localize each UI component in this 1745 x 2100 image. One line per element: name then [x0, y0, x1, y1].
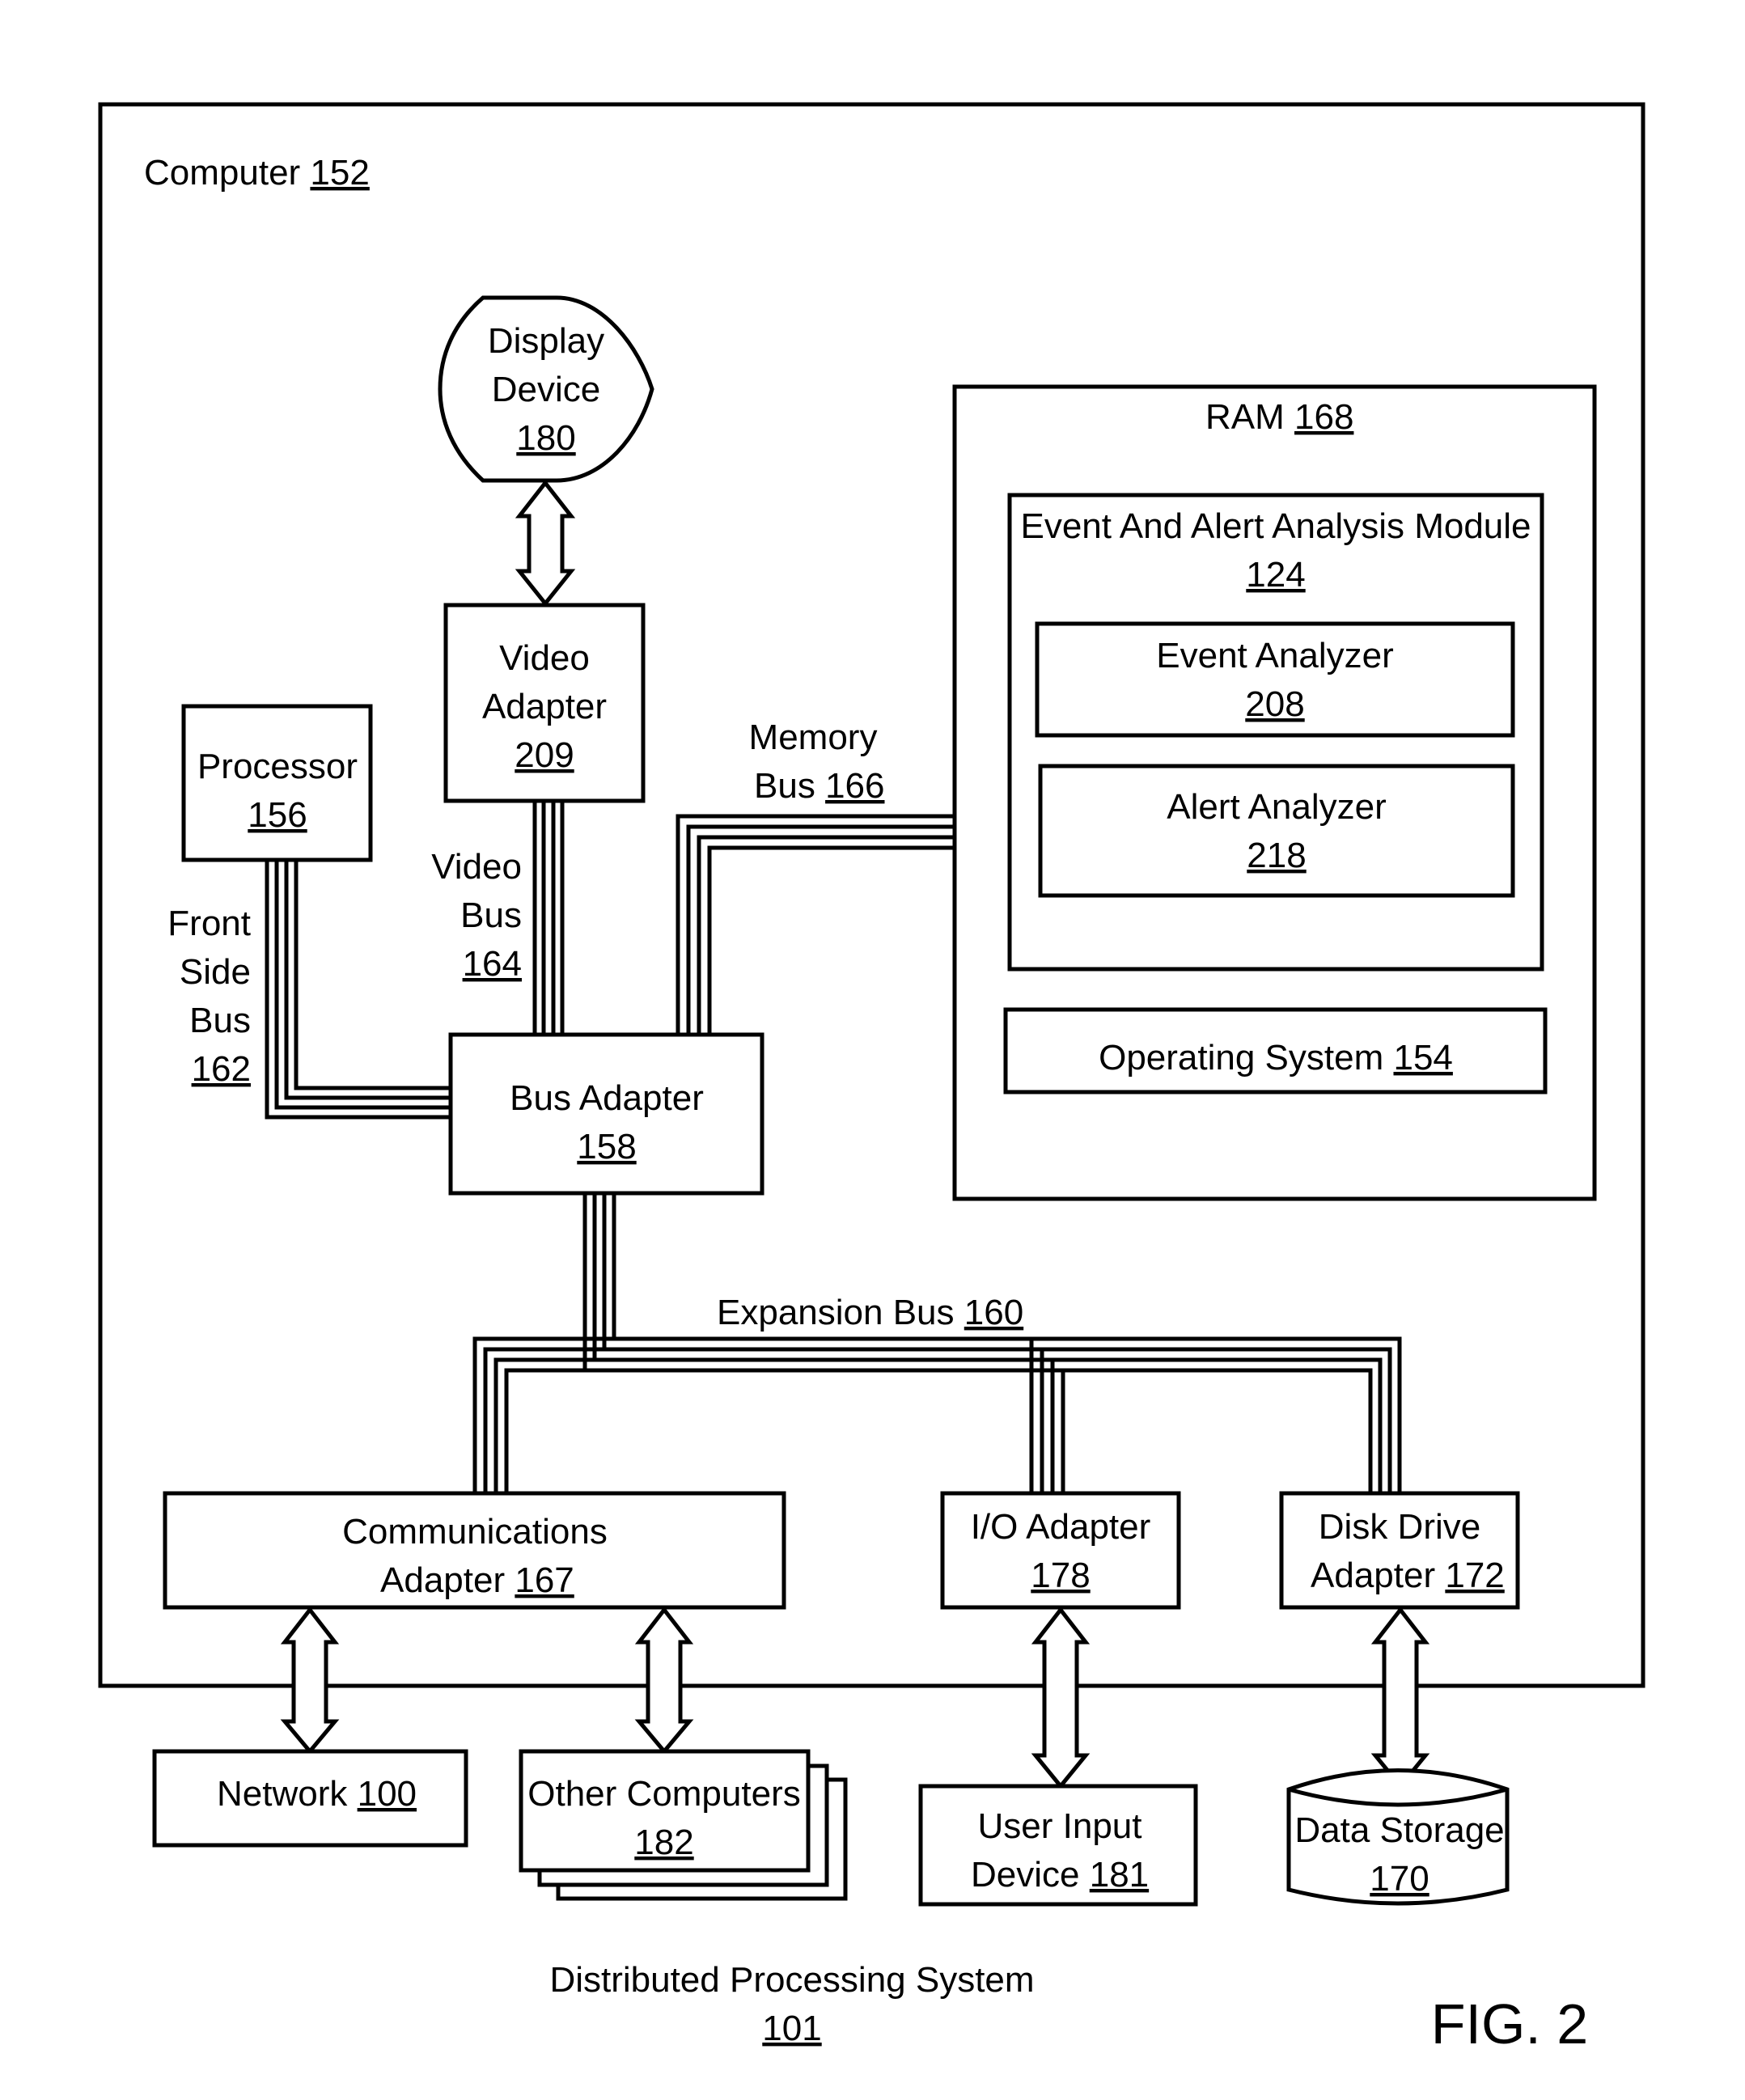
video-adapter-line1: Video	[499, 638, 590, 678]
memory-bus-line1: Memory	[749, 718, 878, 757]
memory-bus-lines	[676, 814, 955, 1035]
alert-analyzer-ref: 218	[1247, 836, 1306, 875]
disk-data-storage-arrow-icon	[1370, 1606, 1430, 1789]
video-adapter-line2: Adapter	[482, 687, 607, 726]
processor-ref: 156	[248, 795, 307, 835]
memory-bus-line2: Bus 166	[754, 766, 884, 806]
video-bus-ref: 164	[463, 944, 522, 984]
data-storage-label: Data Storage	[1294, 1810, 1504, 1850]
io-adapter-ref: 178	[1031, 1556, 1090, 1595]
display-device-line1: Display	[488, 321, 604, 361]
other-computers-ref: 182	[634, 1823, 693, 1862]
communications-adapter-line2: Adapter 167	[380, 1560, 574, 1600]
event-alert-module-ref: 124	[1246, 555, 1305, 595]
display-device-line2: Device	[492, 370, 601, 409]
front-side-bus-line3: Bus	[189, 1001, 251, 1040]
front-side-bus-ref: 162	[192, 1049, 251, 1089]
alert-analyzer-box	[1038, 764, 1515, 898]
user-input-device-line2: Device 181	[971, 1855, 1149, 1895]
disk-drive-adapter-line1: Disk Drive	[1319, 1507, 1480, 1547]
comm-other-computers-arrow-icon	[634, 1606, 694, 1755]
expansion-bus-lines	[472, 1193, 1402, 1493]
diagram-canvas: Computer 152 Display Device 180 Video Ad…	[98, 102, 1645, 2056]
alert-analyzer-label: Alert Analyzer	[1167, 787, 1386, 827]
event-alert-module-label: Event And Alert Analysis Module	[1020, 506, 1531, 546]
disk-drive-adapter-line2: Adapter 172	[1311, 1556, 1505, 1595]
video-bus-lines	[532, 801, 565, 1035]
front-side-bus-line2: Side	[180, 952, 251, 992]
system-ref: 101	[762, 2009, 821, 2048]
front-side-bus-lines	[265, 860, 451, 1120]
expansion-bus-label: Expansion Bus 160	[717, 1293, 1023, 1332]
system-title: Distributed Processing System	[549, 1960, 1034, 2000]
io-adapter-label: I/O Adapter	[971, 1507, 1151, 1547]
network-label: Network 100	[217, 1774, 417, 1814]
video-adapter-ref: 209	[515, 735, 574, 775]
video-bus-line2: Bus	[460, 895, 522, 935]
comm-network-arrow-icon	[280, 1606, 340, 1755]
front-side-bus-line1: Front	[167, 904, 251, 943]
display-device-ref: 180	[516, 418, 575, 458]
event-analyzer-ref: 208	[1245, 684, 1304, 724]
user-input-device-line1: User Input	[978, 1806, 1142, 1846]
other-computers-label: Other Computers	[527, 1774, 800, 1814]
display-video-arrow-icon	[515, 479, 576, 608]
ram-label: RAM 168	[1205, 397, 1353, 437]
computer-label: Computer 152	[144, 153, 370, 193]
operating-system-label: Operating System 154	[1099, 1038, 1453, 1078]
communications-adapter-line1: Communications	[342, 1512, 608, 1552]
bus-adapter-ref: 158	[577, 1127, 636, 1166]
video-bus-line1: Video	[431, 847, 522, 887]
bus-adapter-label: Bus Adapter	[510, 1078, 704, 1118]
data-storage-ref: 170	[1370, 1859, 1429, 1899]
event-analyzer-label: Event Analyzer	[1156, 636, 1394, 675]
processor-label: Processor	[197, 747, 358, 786]
io-user-input-arrow-icon	[1031, 1606, 1091, 1789]
figure-label: FIG. 2	[1431, 1992, 1588, 2056]
